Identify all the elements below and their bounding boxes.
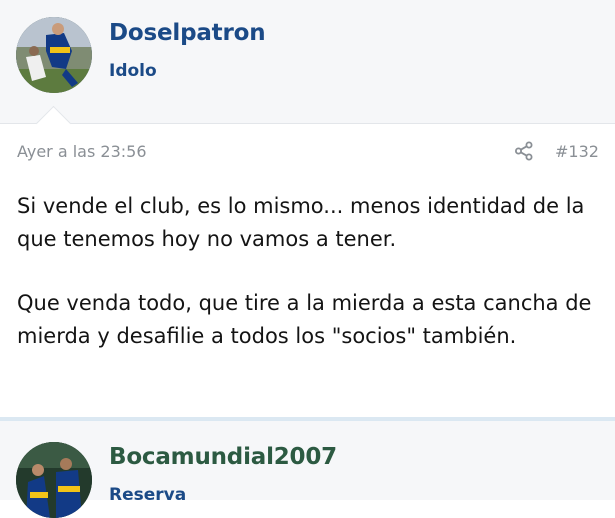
user-title: Idolo	[109, 61, 157, 81]
post-paragraph: Que venda todo, que tire a la mierda a e…	[17, 291, 592, 348]
post-body: Si vende el club, es lo mismo... menos i…	[17, 190, 607, 352]
share-icon[interactable]	[514, 141, 534, 161]
avatar-photo-icon	[16, 442, 92, 518]
avatar[interactable]	[16, 17, 92, 93]
author-username[interactable]: Bocamundial2007	[109, 444, 337, 470]
avatar-photo-icon	[16, 17, 92, 93]
author-username[interactable]: Doselpatron	[109, 20, 266, 46]
post-timestamp[interactable]: Ayer a las 23:56	[17, 142, 147, 161]
post-header	[0, 0, 615, 124]
user-title: Reserva	[109, 485, 187, 505]
post-number-link[interactable]: #132	[555, 142, 599, 161]
post-paragraph: Si vende el club, es lo mismo... menos i…	[17, 194, 585, 251]
avatar[interactable]	[16, 442, 92, 518]
